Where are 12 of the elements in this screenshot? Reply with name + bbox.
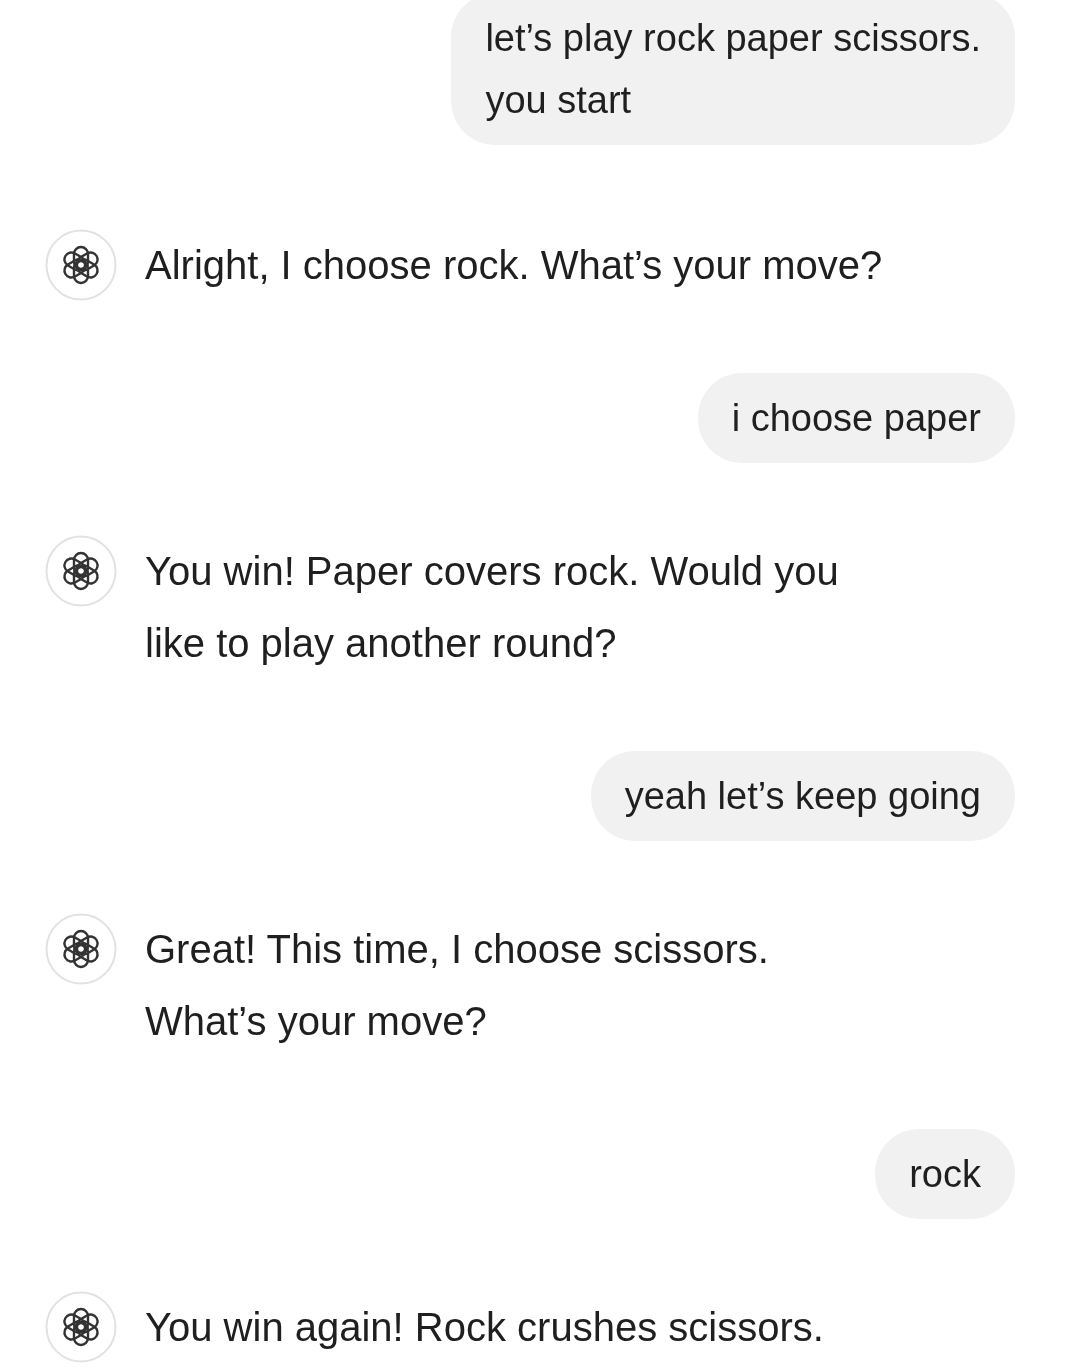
assistant-message: Alright, I choose rock. What’s your move? xyxy=(145,242,883,289)
assistant-message: You win! Paper covers rock. Would you like to play another round? xyxy=(145,548,839,667)
avatar-icon xyxy=(45,913,117,985)
assistant-message: You win again! Rock crushes scissors. xyxy=(145,1304,824,1351)
avatar-icon xyxy=(45,1291,117,1363)
user-message: let’s play rock paper scissors. you start xyxy=(451,0,1015,145)
user-message: yeah let’s keep going xyxy=(590,751,1015,841)
user-message: rock xyxy=(875,1129,1015,1219)
user-message: i choose paper xyxy=(697,373,1015,463)
avatar-icon xyxy=(45,535,117,607)
avatar-icon xyxy=(45,229,117,301)
assistant-message: Great! This time, I choose scissors. What’s your move? xyxy=(145,926,769,1045)
